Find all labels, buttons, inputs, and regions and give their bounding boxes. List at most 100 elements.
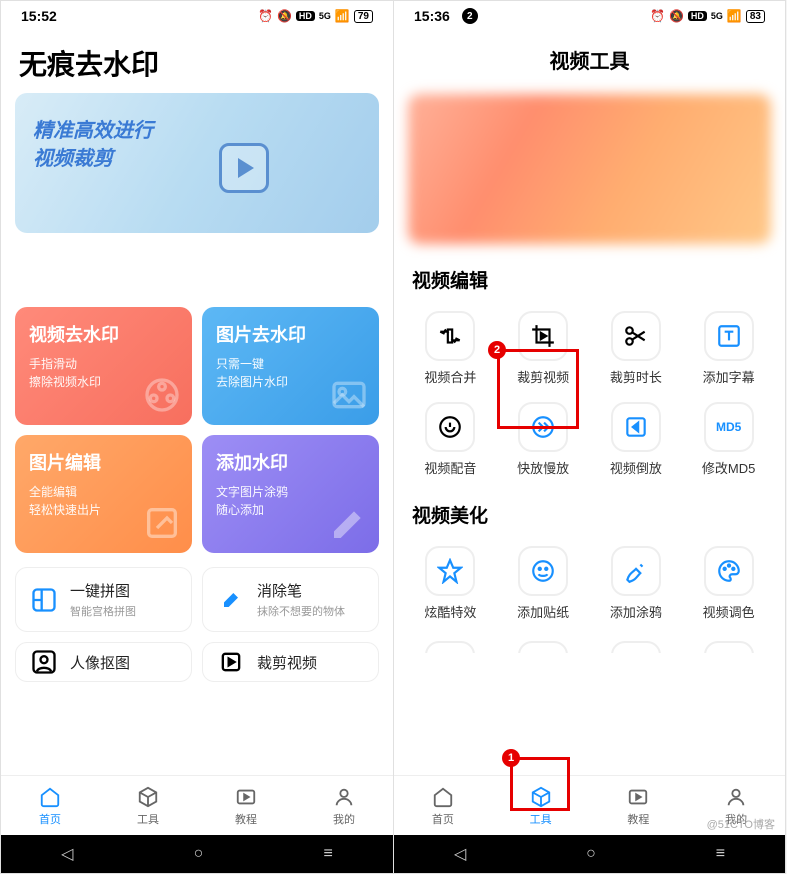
- nav-tools[interactable]: 工具: [492, 776, 590, 835]
- card-title: 图片去水印: [216, 321, 365, 347]
- nav-label: 工具: [137, 811, 159, 827]
- battery-level: 83: [750, 11, 761, 22]
- tool-partial[interactable]: [590, 633, 683, 653]
- annotation-badge-1: 1: [502, 749, 520, 767]
- ad-banner[interactable]: [408, 94, 771, 244]
- palette-icon: [704, 546, 754, 596]
- status-time: 15:52: [21, 8, 57, 24]
- status-bar: 15:36 2 ⏰ 🔕 HD 5G 📶 83: [394, 1, 785, 31]
- status-time: 15:36: [414, 8, 450, 24]
- list-item-eraser[interactable]: 消除笔抹除不想要的物体: [202, 567, 379, 632]
- tool-label: 视频合并: [424, 367, 476, 386]
- play-square-icon: [234, 785, 258, 809]
- hd-badge: HD: [296, 11, 315, 21]
- card-title: 图片编辑: [29, 449, 178, 475]
- tool-merge-video[interactable]: 视频合并: [404, 303, 497, 394]
- tool-label: 视频配音: [424, 458, 476, 477]
- tool-crop-video[interactable]: 裁剪视频: [497, 303, 590, 394]
- edit-icon: [142, 503, 182, 543]
- nav-label: 首页: [432, 811, 454, 827]
- tool-label: 添加涂鸦: [610, 602, 662, 621]
- nav-tutorial[interactable]: 教程: [197, 776, 295, 835]
- eraser-icon: [215, 584, 247, 616]
- page-title: 视频工具: [394, 31, 785, 88]
- tool-label: 视频调色: [703, 602, 755, 621]
- tool-trim-duration[interactable]: 裁剪时长: [590, 303, 683, 394]
- tool-label: 快放慢放: [517, 458, 569, 477]
- page-title: 无痕去水印: [1, 31, 393, 93]
- brush-icon: [611, 546, 661, 596]
- list-item-cutout[interactable]: 人像抠图: [15, 642, 192, 682]
- card-image-edit[interactable]: 图片编辑 全能编辑轻松快速出片: [15, 435, 192, 553]
- tool-add-subtitle[interactable]: 添加字幕: [682, 303, 775, 394]
- list-item-crop-video[interactable]: 裁剪视频: [202, 642, 379, 682]
- nav-mine[interactable]: 我的: [295, 776, 393, 835]
- card-add-watermark[interactable]: 添加水印 文字图片涂鸦随心添加: [202, 435, 379, 553]
- pencil-icon: [329, 503, 369, 543]
- signal-icon: 5G: [711, 11, 723, 21]
- signal-bars-icon: 📶: [727, 9, 742, 23]
- status-bar: 15:52 ⏰ 🔕 HD 5G 📶 79: [1, 1, 393, 31]
- battery-level: 79: [358, 11, 369, 22]
- cube-icon: [136, 785, 160, 809]
- tool-partial[interactable]: [404, 633, 497, 653]
- tool-reverse[interactable]: 视频倒放: [590, 394, 683, 485]
- section-video-edit: 视频编辑: [394, 250, 785, 303]
- card-title: 视频去水印: [29, 321, 178, 347]
- screen-tools: 15:36 2 ⏰ 🔕 HD 5G 📶 83 视频工具 视频编辑 视频合并 裁剪…: [393, 0, 786, 874]
- tool-md5[interactable]: MD5修改MD5: [682, 394, 775, 485]
- star-icon: [425, 546, 475, 596]
- tool-color[interactable]: 视频调色: [682, 538, 775, 629]
- tool-label: 修改MD5: [702, 458, 755, 477]
- recents-button[interactable]: ≡: [716, 845, 725, 863]
- crop-icon: [518, 311, 568, 361]
- cube-icon: [529, 785, 553, 809]
- alarm-icon: ⏰: [258, 9, 273, 23]
- recents-button[interactable]: ≡: [324, 845, 333, 863]
- tool-label: 视频倒放: [610, 458, 662, 477]
- tool-speed[interactable]: 快放慢放: [497, 394, 590, 485]
- tool-partial[interactable]: [682, 633, 775, 653]
- list-item-collage[interactable]: 一键拼图智能宫格拼图: [15, 567, 192, 632]
- nav-home[interactable]: 首页: [1, 776, 99, 835]
- card-image-watermark[interactable]: 图片去水印 只需一键去除图片水印: [202, 307, 379, 425]
- back-button[interactable]: ◁: [61, 844, 73, 864]
- tool-label: 添加贴纸: [517, 602, 569, 621]
- promo-banner[interactable]: 精准高效进行 视频裁剪: [15, 93, 379, 233]
- list-sub: 智能宫格拼图: [70, 603, 136, 619]
- list-title: 人像抠图: [70, 652, 130, 673]
- person-icon: [28, 646, 60, 678]
- fast-forward-icon: [518, 402, 568, 452]
- nav-label: 教程: [235, 811, 257, 827]
- text-icon: [704, 311, 754, 361]
- tool-label: 炫酷特效: [424, 602, 476, 621]
- crop-icon: [704, 641, 754, 653]
- home-button[interactable]: ○: [194, 845, 204, 863]
- tool-label: 添加字幕: [703, 367, 755, 386]
- nav-tutorial[interactable]: 教程: [590, 776, 688, 835]
- mute-icon: 🔕: [669, 9, 684, 23]
- tool-label: 裁剪视频: [517, 367, 569, 386]
- square-icon: [611, 641, 661, 653]
- tool-sticker[interactable]: 添加贴纸: [497, 538, 590, 629]
- card-video-watermark[interactable]: 视频去水印 手指滑动擦除视频水印: [15, 307, 192, 425]
- nav-label: 教程: [627, 811, 649, 827]
- nav-label: 我的: [333, 811, 355, 827]
- home-icon: [38, 785, 62, 809]
- system-nav: ◁ ○ ≡: [394, 835, 785, 873]
- section-video-beauty: 视频美化: [394, 485, 785, 538]
- nav-home[interactable]: 首页: [394, 776, 492, 835]
- card-title: 添加水印: [216, 449, 365, 475]
- tool-effects[interactable]: 炫酷特效: [404, 538, 497, 629]
- nav-tools[interactable]: 工具: [99, 776, 197, 835]
- smiley-icon: [518, 546, 568, 596]
- hd-badge: HD: [688, 11, 707, 21]
- home-button[interactable]: ○: [586, 845, 596, 863]
- back-button[interactable]: ◁: [454, 844, 466, 864]
- tool-dubbing[interactable]: 视频配音: [404, 394, 497, 485]
- merge-icon: [425, 311, 475, 361]
- film-reel-icon: [142, 375, 182, 415]
- tool-doodle[interactable]: 添加涂鸦: [590, 538, 683, 629]
- tool-partial[interactable]: [497, 633, 590, 653]
- watermark: @51CTO博客: [707, 816, 775, 832]
